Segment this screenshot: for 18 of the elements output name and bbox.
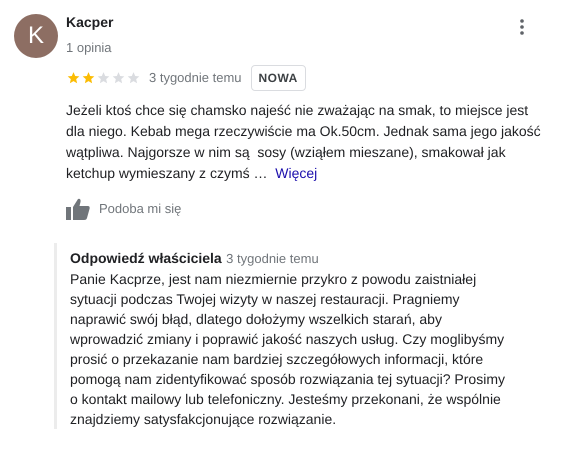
owner-reply-text: Panie Kacprze, jest nam niezmiernie przykro z powodu zaistniałej sytuacji podczas Twojej wizyty w naszej restauracji. Pragniemy naprawić swój błąd, dlatego dołożymy wszelkich starań, aby wprowadzić zmiany i poprawić jakość naszych usług. Czy moglibyśmy prosić o przekazanie nam bardziej szczegółowych informacji, które pomogą nam zidentyfikować sposób rozwiązania tej sytuacji? Prosimy o kontakt mailowy lub telefoniczny. Jesteśmy przekonani, że wspólnie znajdziemy satysfakcjonujące rozwiązanie.: [70, 270, 506, 429]
review-time: 3 tygodnie temu: [149, 69, 242, 88]
star-icon: [111, 71, 126, 85]
star-icon: [81, 71, 96, 85]
more-link[interactable]: Więcej: [275, 165, 318, 181]
thumbs-up-icon[interactable]: [66, 198, 90, 220]
new-badge: NOWA: [250, 65, 306, 91]
star-icon: [66, 71, 81, 85]
owner-reply-time: 3 tygodnie temu: [226, 251, 319, 266]
star-icon: [126, 71, 141, 85]
more-options-icon[interactable]: [520, 19, 524, 35]
review-text: Jeżeli ktoś chce się chamsko najeść nie zważając na smak, to miejsce jest dla niego. Kebab mega rzeczywiście ma Ok.50cm. Jednak sama jego jakość wątpliwa. Najgorsze w nim są sosy (wziąłem mieszane), smakował jak ketchup wymieszany z czymś … Więcej: [66, 101, 541, 183]
avatar[interactable]: K: [14, 14, 58, 58]
like-button[interactable]: Podoba mi się: [99, 199, 182, 219]
owner-reply-title: Odpowiedź właściciela: [70, 250, 222, 266]
author-review-count: 1 opinia: [66, 40, 113, 56]
star-icon: [96, 71, 111, 85]
author-name[interactable]: Kacper: [66, 14, 114, 30]
